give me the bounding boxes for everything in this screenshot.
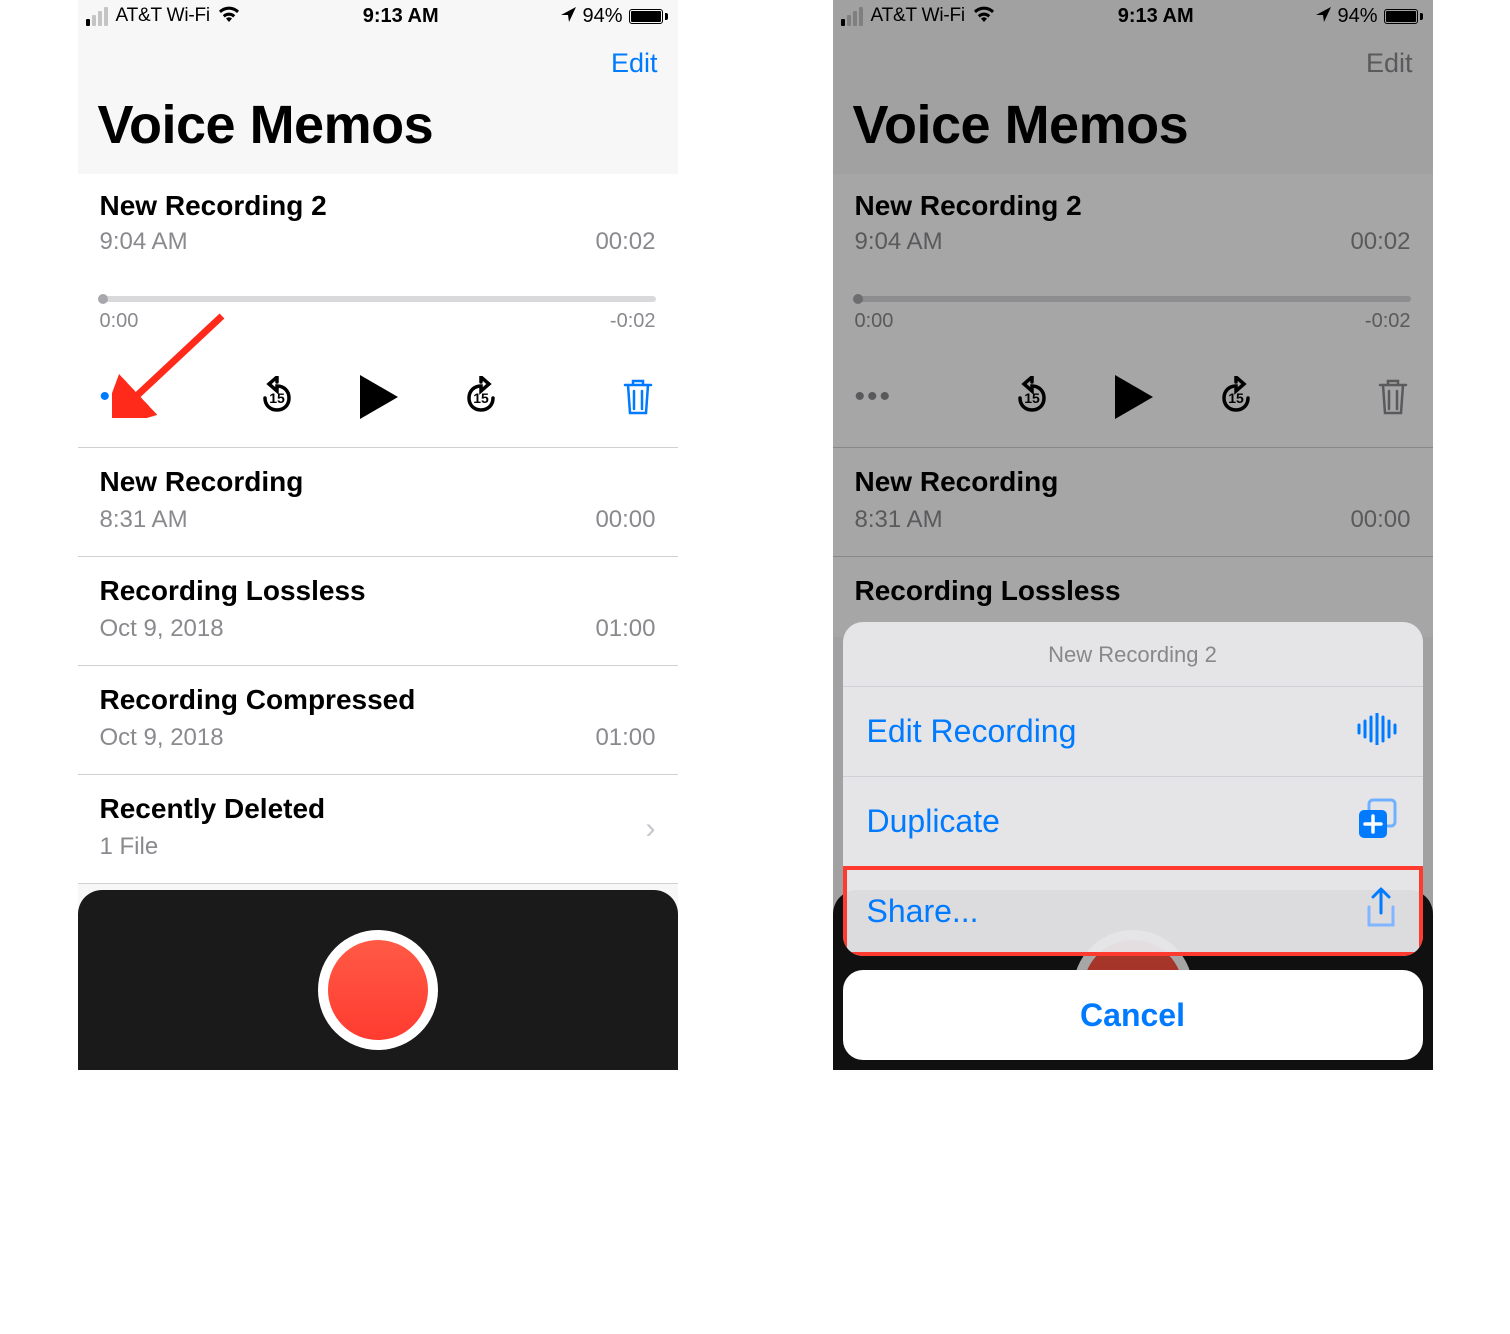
page-title: Voice Memos <box>833 94 1433 174</box>
svg-text:15: 15 <box>473 390 489 406</box>
player-controls: ••• 15 15 <box>855 375 1411 419</box>
phone-left: AT&T Wi-Fi 9:13 AM 94% Edit Voice Memos … <box>78 0 678 1070</box>
list-item: New Recording 8:31 AM 00:00 <box>833 448 1433 557</box>
sheet-item-share[interactable]: Share... <box>843 866 1423 956</box>
sheet-item-label: Duplicate <box>867 803 1000 840</box>
recording-duration: 00:02 <box>595 228 655 256</box>
clock-label: 9:13 AM <box>240 5 562 28</box>
edit-button[interactable]: Edit <box>611 48 658 79</box>
record-button[interactable] <box>318 930 438 1050</box>
recording-time: 8:31 AM <box>855 506 943 534</box>
action-sheet: New Recording 2 Edit Recording Duplicate… <box>833 612 1433 1070</box>
list-item[interactable]: Recording Compressed Oct 9, 2018 01:00 <box>78 666 678 775</box>
list-item[interactable]: New Recording 8:31 AM 00:00 <box>78 448 678 557</box>
skip-forward-15-icon: 15 <box>1215 376 1257 418</box>
remaining-label: -0:02 <box>610 310 656 333</box>
elapsed-label: 0:00 <box>100 310 139 333</box>
phone-right: AT&T Wi-Fi 9:13 AM 94% Edit Voice Memos … <box>833 0 1433 1070</box>
recording-duration: 01:00 <box>595 615 655 643</box>
recording-title: Recording Lossless <box>855 575 1411 607</box>
trash-title: Recently Deleted <box>100 793 656 825</box>
recording-time: Oct 9, 2018 <box>100 615 224 643</box>
recording-title: New Recording <box>100 466 656 498</box>
skip-back-15-icon: 15 <box>1011 376 1053 418</box>
remaining-label: -0:02 <box>1365 310 1411 333</box>
carrier-label: AT&T Wi-Fi <box>871 5 965 27</box>
battery-icon <box>1384 9 1423 24</box>
sheet-cancel-button[interactable]: Cancel <box>843 970 1423 1060</box>
recording-title: Recording Lossless <box>100 575 656 607</box>
waveform-icon <box>1355 713 1399 750</box>
skip-forward-15-icon[interactable]: 15 <box>460 376 502 418</box>
share-icon <box>1363 887 1399 936</box>
status-bar: AT&T Wi-Fi 9:13 AM 94% <box>78 0 678 32</box>
recording-title: New Recording 2 <box>855 190 1411 222</box>
svg-text:15: 15 <box>1024 390 1040 406</box>
status-right: 94% <box>561 5 667 28</box>
sheet-cancel-label: Cancel <box>1080 997 1185 1034</box>
scrubber-handle <box>853 294 863 304</box>
more-button[interactable]: ••• <box>100 380 138 414</box>
recording-duration: 00:02 <box>1350 228 1410 256</box>
recording-time: 9:04 AM <box>855 228 943 256</box>
sheet-item-edit-recording[interactable]: Edit Recording <box>843 686 1423 776</box>
scrubber <box>855 296 1411 302</box>
recording-time: Oct 9, 2018 <box>100 724 224 752</box>
nav-bar: Edit <box>78 32 678 94</box>
recording-title: New Recording <box>855 466 1411 498</box>
wifi-icon <box>973 5 995 28</box>
player-controls: ••• 15 15 <box>100 375 656 419</box>
signal-icon <box>86 7 108 26</box>
scrubber-handle[interactable] <box>98 294 108 304</box>
trash-button <box>1376 377 1410 417</box>
status-bar: AT&T Wi-Fi 9:13 AM 94% <box>833 0 1433 32</box>
sheet-item-label: Edit Recording <box>867 713 1077 750</box>
battery-pct: 94% <box>582 5 622 28</box>
elapsed-label: 0:00 <box>855 310 894 333</box>
svg-text:15: 15 <box>269 390 285 406</box>
sheet-item-label: Share... <box>867 893 979 930</box>
svg-text:15: 15 <box>1228 390 1244 406</box>
recording-duration: 00:00 <box>1350 506 1410 534</box>
nav-bar: Edit <box>833 32 1433 94</box>
carrier-label: AT&T Wi-Fi <box>116 5 210 27</box>
battery-pct: 94% <box>1337 5 1377 28</box>
duplicate-icon <box>1357 798 1399 845</box>
sheet-item-duplicate[interactable]: Duplicate <box>843 776 1423 866</box>
location-icon <box>561 5 576 28</box>
edit-button: Edit <box>1366 48 1413 79</box>
wifi-icon <box>218 5 240 28</box>
trash-button[interactable] <box>621 377 655 417</box>
page-title: Voice Memos <box>78 94 678 174</box>
expanded-recording[interactable]: New Recording 2 9:04 AM 00:02 0:00 -0:02… <box>78 174 678 448</box>
expanded-recording: New Recording 2 9:04 AM 00:02 0:00 -0:02… <box>833 174 1433 448</box>
recording-duration: 00:00 <box>595 506 655 534</box>
recording-time: 8:31 AM <box>100 506 188 534</box>
play-button[interactable] <box>360 375 398 419</box>
sheet-title: New Recording 2 <box>843 622 1423 686</box>
chevron-right-icon: › <box>646 812 656 846</box>
clock-label: 9:13 AM <box>995 5 1317 28</box>
status-right: 94% <box>1316 5 1422 28</box>
scrubber[interactable] <box>100 296 656 302</box>
more-button: ••• <box>855 380 893 414</box>
skip-back-15-icon[interactable]: 15 <box>256 376 298 418</box>
recording-duration: 01:00 <box>595 724 655 752</box>
play-button <box>1115 375 1153 419</box>
recordings-list: New Recording 2 9:04 AM 00:02 0:00 -0:02… <box>833 174 1433 637</box>
trash-count: 1 File <box>100 833 159 861</box>
recording-title: Recording Compressed <box>100 684 656 716</box>
battery-icon <box>629 9 668 24</box>
recording-time: 9:04 AM <box>100 228 188 256</box>
recordings-list: New Recording 2 9:04 AM 00:02 0:00 -0:02… <box>78 174 678 884</box>
record-bar <box>78 890 678 1070</box>
list-item[interactable]: Recording Lossless Oct 9, 2018 01:00 <box>78 557 678 666</box>
signal-icon <box>841 7 863 26</box>
recording-title[interactable]: New Recording 2 <box>100 190 656 222</box>
location-icon <box>1316 5 1331 28</box>
recently-deleted[interactable]: Recently Deleted 1 File › <box>78 775 678 884</box>
